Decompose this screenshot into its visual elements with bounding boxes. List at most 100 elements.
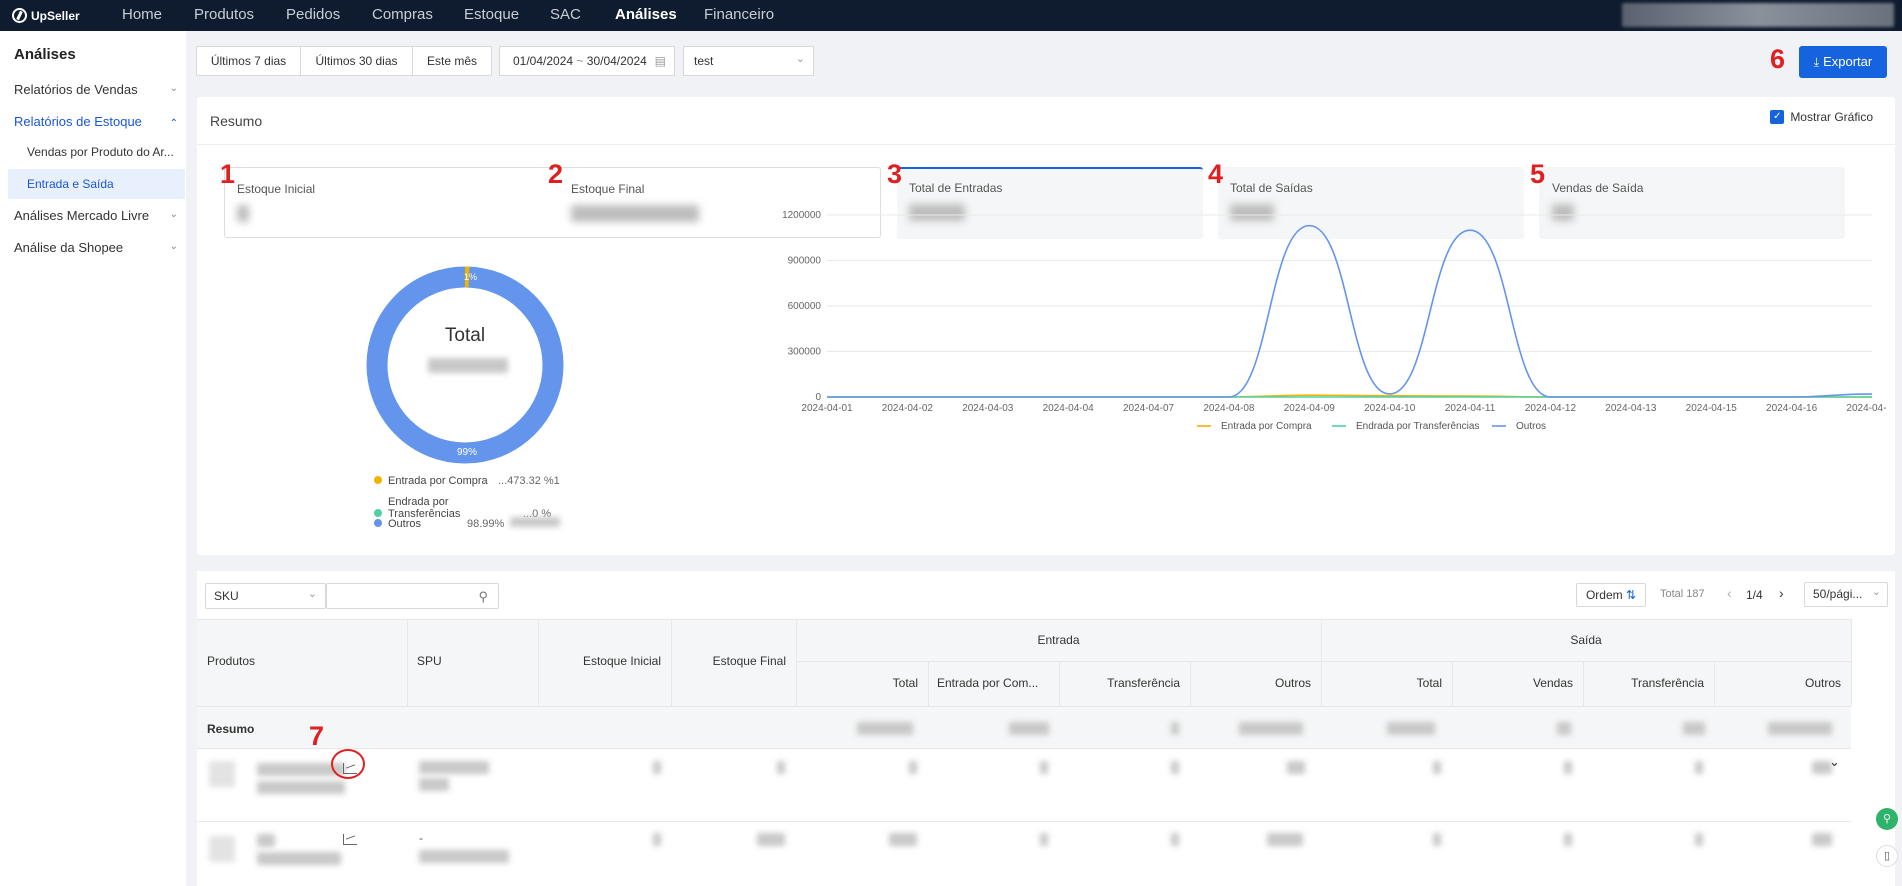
date-range-picker[interactable]: 01/04/2024 ~ 30/04/2024 ▤: [499, 46, 675, 76]
summary-panel: Resumo ✓ Mostrar Gráfico Estoque Inicial …: [197, 97, 1895, 555]
x-tick-label: 2024-04-11: [1445, 403, 1496, 414]
legend-label: Outros: [1516, 421, 1546, 432]
legend-item[interactable]: Endrada por Transferências ...0 %: [374, 496, 560, 520]
calendar-icon: ▤: [654, 54, 666, 68]
legend-label: Entrada por Compra: [1221, 421, 1312, 432]
sidebar-subitem-vendas-produto[interactable]: Vendas por Produto do Ar...: [8, 137, 185, 167]
annotation-7: 7: [309, 721, 325, 751]
kpi-estoque-final-value: [571, 205, 699, 222]
line-chart: 0 300000 600000 900000 1200000 2024-04-01 2024…: [782, 210, 1887, 432]
chevron-down-icon: ⌄: [169, 83, 178, 94]
col-saida: Saída: [1570, 633, 1602, 647]
chevron-down-icon: ⌄: [795, 53, 805, 65]
nav-financeiro[interactable]: Financeiro: [704, 0, 774, 31]
sidebar-item-shopee[interactable]: Análise da Shopee ⌄: [14, 240, 180, 255]
y-tick-label: 900000: [788, 256, 822, 267]
series-line: [826, 224, 1873, 398]
col-spu: SPU: [417, 654, 442, 668]
filter-this-month-button[interactable]: Este mês: [412, 46, 492, 76]
x-tick-label: 2024-04-16: [1766, 403, 1818, 414]
annotation-circle: [331, 749, 365, 779]
chevron-down-icon: ⌄: [169, 241, 178, 252]
nav-compras[interactable]: Compras: [372, 0, 433, 31]
x-tick-label: 2024-04-09: [1284, 403, 1336, 414]
product-thumbnail: [209, 761, 235, 787]
annotation-2: 2: [548, 159, 564, 189]
sort-icon: ⇅: [1625, 588, 1637, 602]
order-button[interactable]: Ordem ⇅: [1576, 583, 1646, 607]
search-input[interactable]: ⚲: [326, 583, 499, 609]
page-indicator: 1/4: [1746, 588, 1763, 602]
x-tick-label: 2024-04-01: [801, 403, 853, 414]
y-tick-label: 1200000: [782, 210, 821, 221]
donut-bottom-label: 99%: [457, 447, 478, 458]
download-icon: ⤓: [1813, 55, 1820, 69]
kpi-total-entradas-label: Total de Entradas: [909, 181, 1003, 195]
annotation-1: 1: [220, 159, 236, 189]
sidebar-item-relatorios-vendas[interactable]: Relatórios de Vendas ⌄: [14, 82, 180, 97]
check-icon: ✓: [1770, 110, 1785, 124]
legend-item[interactable]: Entrada por Compra ...473.32 %1: [374, 475, 560, 496]
sidebar-item-mercado-livre[interactable]: Análises Mercado Livre ⌄: [14, 208, 180, 223]
filter-last7-button[interactable]: Últimos 7 dias: [196, 46, 301, 76]
x-tick-label: 2024-04-03: [962, 403, 1014, 414]
col-saida-outros: Outros: [1804, 676, 1841, 690]
user-account[interactable]: [1622, 3, 1894, 27]
mobile-icon[interactable]: ▯: [1876, 845, 1898, 867]
chart-icon[interactable]: [343, 834, 357, 845]
col-produtos: Produtos: [207, 654, 256, 668]
sidebar: Análises Relatórios de Vendas ⌄ Relatório…: [0, 31, 186, 886]
page-size-select[interactable]: 50/pági... ⌄: [1804, 582, 1888, 607]
kpi-vendas-saida-label: Vendas de Saída: [1552, 181, 1644, 195]
x-tick-label: 2024-04-08: [1203, 403, 1255, 414]
sidebar-subitem-entrada-saida[interactable]: Entrada e Saída: [8, 169, 185, 199]
summary-title: Resumo: [210, 113, 263, 129]
donut-center-label: Total: [444, 325, 486, 346]
donut-center-value: [428, 358, 508, 373]
col-estoque-inicial: Estoque Inicial: [582, 654, 661, 668]
x-tick-label: 2024-04-12: [1525, 403, 1577, 414]
show-chart-checkbox[interactable]: ✓ Mostrar Gráfico: [1770, 110, 1873, 124]
annotation-6: 6: [1770, 44, 1786, 74]
x-tick-label: 2024-04-02: [882, 403, 934, 414]
next-page-icon[interactable]: ›: [1779, 585, 1784, 601]
summary-row-label: Resumo: [207, 722, 255, 736]
expand-row-icon[interactable]: ⌄: [1829, 754, 1840, 770]
nav-sac[interactable]: SAC: [550, 0, 581, 31]
filter-last30-button[interactable]: Últimos 30 dias: [300, 46, 413, 76]
col-saida-transferencia: Transferência: [1631, 676, 1704, 690]
col-entrada-compra: Entrada por Com...: [937, 676, 1039, 690]
sidebar-title: Análises: [14, 46, 76, 63]
nav-estoque[interactable]: Estoque: [464, 0, 519, 31]
chevron-down-icon: ⌄: [307, 588, 317, 600]
legend-item[interactable]: Outros 98.99%: [374, 517, 561, 538]
search-field-select[interactable]: SKU ⌄: [205, 583, 326, 609]
col-entrada-transferencia: Transferência: [1107, 676, 1180, 690]
x-tick-label: 2024-04-04: [1043, 403, 1095, 414]
search-float-icon[interactable]: ⚲: [1876, 808, 1898, 830]
annotation-4: 4: [1208, 159, 1224, 189]
kpi-estoque-final-label: Estoque Final: [571, 182, 645, 196]
x-tick-label: 2024-04-10: [1364, 403, 1416, 414]
x-tick-label: 2024-04-17: [1846, 403, 1887, 414]
search-icon: ⚲: [478, 589, 488, 604]
total-count: Total 187: [1660, 588, 1705, 600]
x-tick-label: 2024-04-15: [1686, 403, 1738, 414]
col-entrada-outros: Outros: [1274, 676, 1311, 690]
row-spu: -: [419, 831, 423, 845]
sidebar-item-relatorios-estoque[interactable]: Relatórios de Estoque ⌃: [14, 114, 180, 129]
x-tick-label: 2024-04-13: [1605, 403, 1657, 414]
kpi-total-saidas-label: Total de Saídas: [1230, 181, 1313, 195]
export-button[interactable]: ⤓ Exportar: [1799, 46, 1887, 78]
annotation-3: 3: [887, 159, 903, 189]
app-logo[interactable]: UpSeller: [12, 8, 122, 23]
donut-legend: Entrada por Compra ...473.32 %1 Endrada p…: [374, 475, 561, 538]
nav-produtos[interactable]: Produtos: [194, 0, 254, 31]
y-tick-label: 0: [815, 392, 821, 403]
prev-page-icon[interactable]: ‹: [1727, 585, 1732, 601]
legend-label: Endrada por Transferências: [1356, 421, 1479, 432]
nav-home[interactable]: Home: [122, 0, 162, 31]
store-select[interactable]: test ⌄: [683, 46, 814, 76]
nav-pedidos[interactable]: Pedidos: [286, 0, 340, 31]
nav-analises[interactable]: Análises: [615, 0, 677, 31]
